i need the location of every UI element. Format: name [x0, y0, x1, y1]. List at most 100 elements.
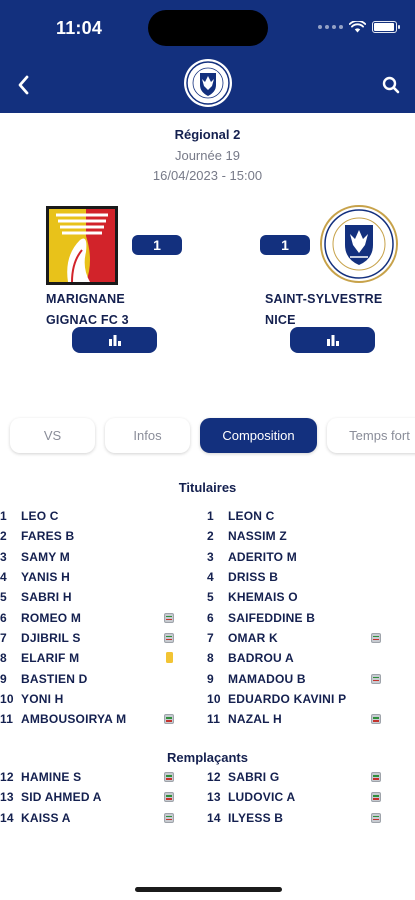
back-button[interactable]	[10, 71, 36, 99]
player-row[interactable]: 11 AMBOUSOIRYA M	[0, 709, 180, 729]
player-row[interactable]: 9 MAMADOU B	[207, 668, 387, 688]
home-team-name: MARIGNANE GIGNAC FC 3	[46, 289, 129, 331]
player-name: YANIS H	[21, 570, 70, 585]
search-icon	[382, 76, 400, 94]
player-number: 10	[207, 691, 221, 706]
home-score: 1	[132, 235, 182, 255]
app-header: 11:04	[0, 0, 415, 113]
player-row[interactable]: 5 SABRI H	[0, 587, 180, 607]
substitution-icon	[164, 792, 174, 803]
substitution-icon	[164, 714, 174, 725]
player-row[interactable]: 4 YANIS H	[0, 567, 180, 587]
player-number: 9	[0, 671, 7, 686]
player-row[interactable]: 6 SAIFEDDINE B	[207, 607, 387, 627]
player-name: ROMEO M	[21, 610, 82, 625]
bar-chart-icon	[326, 334, 339, 346]
player-number: 7	[0, 630, 7, 645]
player-number: 9	[207, 671, 214, 686]
tab-infos[interactable]: Infos	[105, 418, 190, 453]
player-number: 4	[207, 570, 214, 585]
player-row[interactable]: 5 KHEMAIS O	[207, 587, 387, 607]
substitution-icon	[371, 632, 381, 643]
player-row[interactable]: 6 ROMEO M	[0, 607, 180, 627]
player-number: 14	[0, 810, 14, 825]
player-row[interactable]: 3 SAMY M	[0, 547, 180, 567]
player-row[interactable]: 9 BASTIEN D	[0, 668, 180, 688]
player-row[interactable]: 10 EDUARDO KAVINI P	[207, 689, 387, 709]
player-row[interactable]: 2 NASSIM Z	[207, 526, 387, 546]
player-row[interactable]: 11 NAZAL H	[207, 709, 387, 729]
player-name: SABRI G	[228, 770, 280, 785]
away-score: 1	[260, 235, 310, 255]
player-name: KHEMAIS O	[228, 590, 298, 605]
player-name: DJIBRIL S	[21, 630, 81, 645]
player-name: SAIFEDDINE B	[228, 610, 316, 625]
player-row[interactable]: 8 ELARIF M	[0, 648, 180, 668]
player-number: 3	[0, 549, 7, 564]
player-row[interactable]: 2 FARES B	[0, 526, 180, 546]
player-number: 14	[207, 810, 221, 825]
player-row[interactable]: 13 LUDOVIC A	[207, 787, 387, 807]
tab-composition[interactable]: Composition	[200, 418, 317, 453]
player-number: 1	[0, 509, 7, 524]
match-datetime: 16/04/2023 - 15:00	[152, 168, 263, 183]
tab-temps-fort[interactable]: Temps fort	[327, 418, 415, 453]
player-row[interactable]: 14 ILYESS B	[207, 808, 387, 828]
player-name: ILYESS B	[228, 810, 284, 825]
player-row[interactable]: 7 DJIBRIL S	[0, 628, 180, 648]
player-row[interactable]: 12 HAMINE S	[0, 767, 180, 787]
away-team-logo	[320, 205, 398, 283]
player-name: SAMY M	[21, 549, 70, 564]
away-substitutes-list: 12 SABRI G 13 LUDOVIC A 14 ILYESS B	[207, 767, 387, 828]
home-substitutes-list: 12 HAMINE S 13 SID AHMED A 14 KAISS A	[0, 767, 180, 828]
player-name: HAMINE S	[21, 770, 82, 785]
player-number: 11	[0, 712, 14, 727]
player-row[interactable]: 14 KAISS A	[0, 808, 180, 828]
status-time: 11:04	[56, 18, 103, 38]
home-team-name-line1: MARIGNANE	[46, 292, 125, 306]
player-number: 13	[207, 790, 221, 805]
substitution-icon	[371, 772, 381, 783]
home-stats-button[interactable]	[72, 327, 157, 353]
away-starters-list: 1 LEON C 2 NASSIM Z 3 ADERITO M 4 DRISS B 5 KHEMA…	[207, 506, 387, 729]
player-number: 2	[0, 529, 7, 544]
club-crest-icon	[184, 59, 232, 107]
player-row[interactable]: 8 BADROU A	[207, 648, 387, 668]
player-number: 8	[207, 651, 214, 666]
player-number: 12	[0, 770, 14, 785]
chevron-left-icon	[18, 75, 29, 95]
player-number: 5	[0, 590, 7, 605]
away-stats-button[interactable]	[290, 327, 375, 353]
home-indicator	[135, 887, 282, 892]
starters-title: Titulaires	[178, 480, 237, 495]
substitutes-title: Remplaçants	[167, 750, 248, 765]
player-name: FARES B	[21, 529, 75, 544]
player-number: 5	[207, 590, 214, 605]
match-tabs: VS Infos Composition Temps fort	[10, 418, 415, 453]
player-row[interactable]: 13 SID AHMED A	[0, 787, 180, 807]
yellow-card-icon	[166, 652, 173, 664]
player-row[interactable]: 1 LEO C	[0, 506, 180, 526]
player-row[interactable]: 10 YONI H	[0, 689, 180, 709]
player-name: KAISS A	[21, 810, 71, 825]
player-row[interactable]: 1 LEON C	[207, 506, 387, 526]
player-number: 2	[207, 529, 214, 544]
battery-icon	[372, 21, 400, 33]
player-row[interactable]: 12 SABRI G	[207, 767, 387, 787]
player-number: 10	[0, 691, 14, 706]
player-name: LEO C	[21, 509, 59, 524]
player-number: 7	[207, 630, 214, 645]
player-number: 6	[0, 610, 7, 625]
player-row[interactable]: 4 DRISS B	[207, 567, 387, 587]
player-number: 13	[0, 790, 14, 805]
player-number: 8	[0, 651, 7, 666]
player-row[interactable]: 7 OMAR K	[207, 628, 387, 648]
dynamic-island	[148, 10, 268, 46]
player-name: BASTIEN D	[21, 671, 88, 686]
search-button[interactable]	[377, 71, 405, 99]
player-row[interactable]: 3 ADERITO M	[207, 547, 387, 567]
tab-vs[interactable]: VS	[10, 418, 95, 453]
competition-name: Régional 2	[174, 127, 241, 142]
player-name: EDUARDO KAVINI P	[228, 691, 347, 706]
away-team-name-line1: SAINT-SYLVESTRE	[265, 292, 383, 306]
